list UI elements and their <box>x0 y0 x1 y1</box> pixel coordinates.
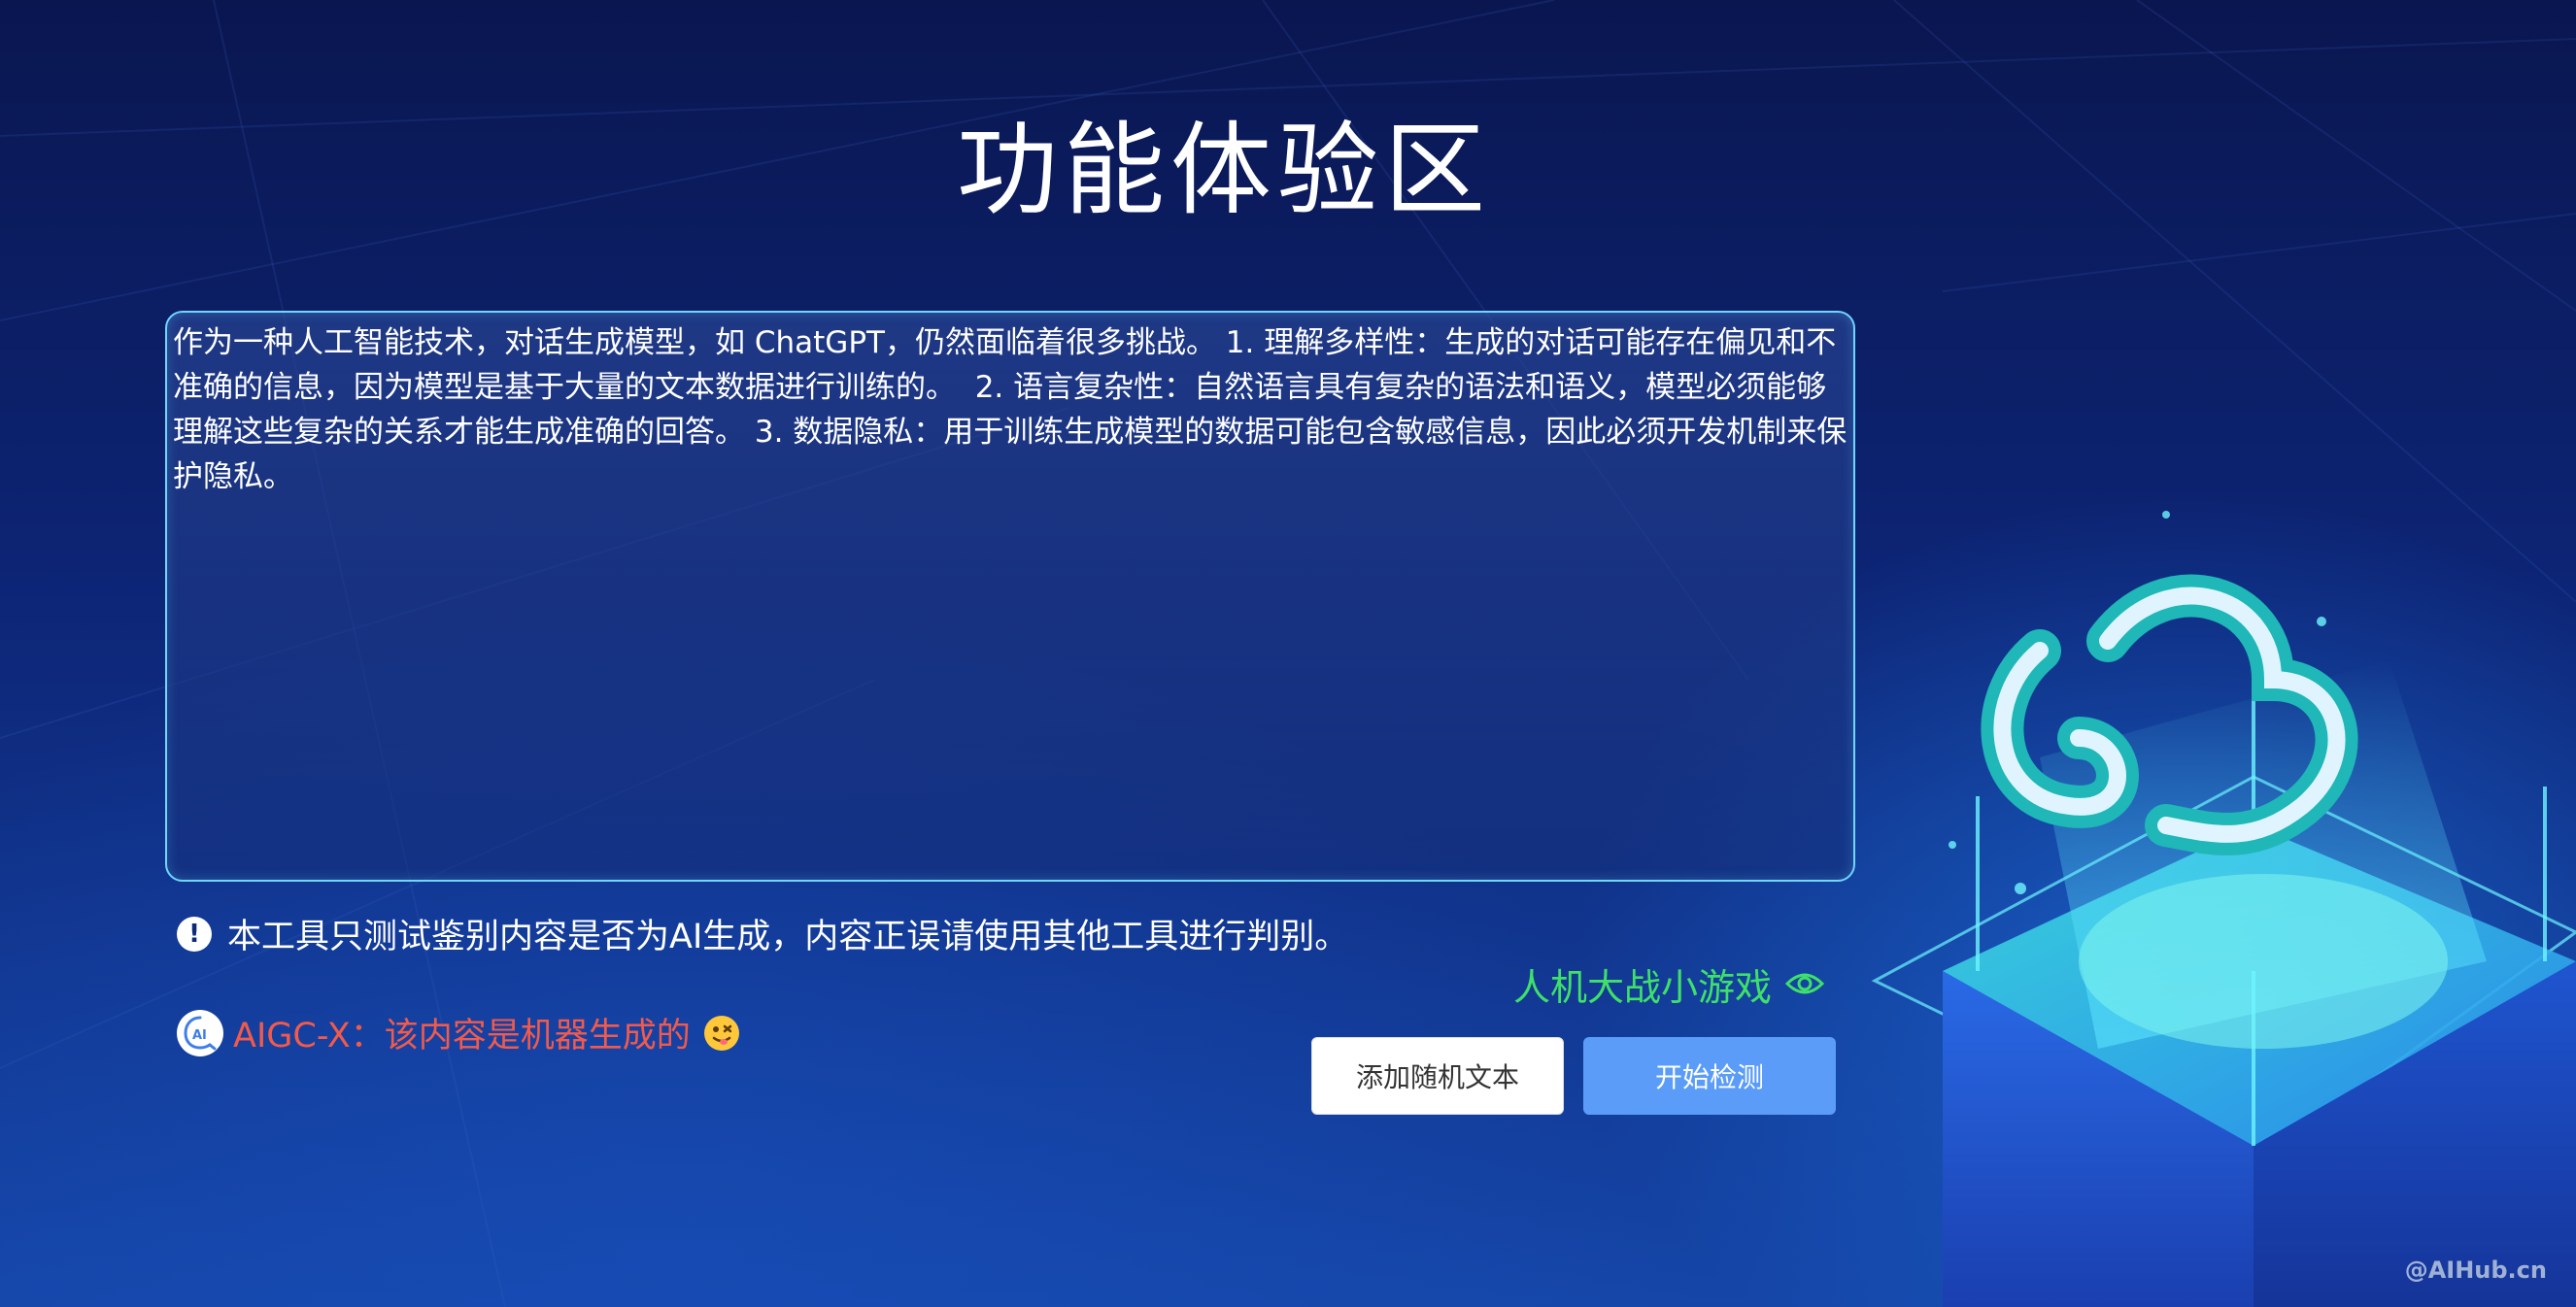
game-link[interactable]: 人机大战小游戏 <box>1513 957 1825 1011</box>
detect-text-input[interactable]: 作为一种人工智能技术，对话生成模型，如 ChatGPT，仍然面临着很多挑战。 1… <box>167 313 1853 880</box>
start-detect-button[interactable]: 开始检测 <box>1583 1037 1836 1115</box>
text-input-container: 作为一种人工智能技术，对话生成模型，如 ChatGPT，仍然面临着很多挑战。 1… <box>165 311 1855 882</box>
watermark: @AIHub.cn <box>2404 1257 2547 1284</box>
eye-icon <box>1784 963 1825 1006</box>
exclamation-icon: ! <box>177 916 212 952</box>
add-random-text-button[interactable]: 添加随机文本 <box>1311 1037 1564 1115</box>
game-link-label: 人机大战小游戏 <box>1513 966 1773 1009</box>
notice-row: ! 本工具只测试鉴别内容是否为AI生成，内容正误请使用其他工具进行判别。 <box>177 909 1348 958</box>
result-text: AIGC-X：该内容是机器生成的 <box>233 1017 691 1056</box>
notice-text: 本工具只测试鉴别内容是否为AI生成，内容正误请使用其他工具进行判别。 <box>227 918 1349 956</box>
cloud-illustration <box>1871 511 2576 1307</box>
detection-result: AI AIGC-X：该内容是机器生成的 <box>177 1008 739 1057</box>
aigc-logo-icon: AI <box>177 1009 223 1056</box>
dizzy-face-emoji-icon <box>703 1015 739 1051</box>
brand-icon-letters: AI <box>192 1028 207 1043</box>
page-title: 功能体验区 <box>956 111 1491 229</box>
